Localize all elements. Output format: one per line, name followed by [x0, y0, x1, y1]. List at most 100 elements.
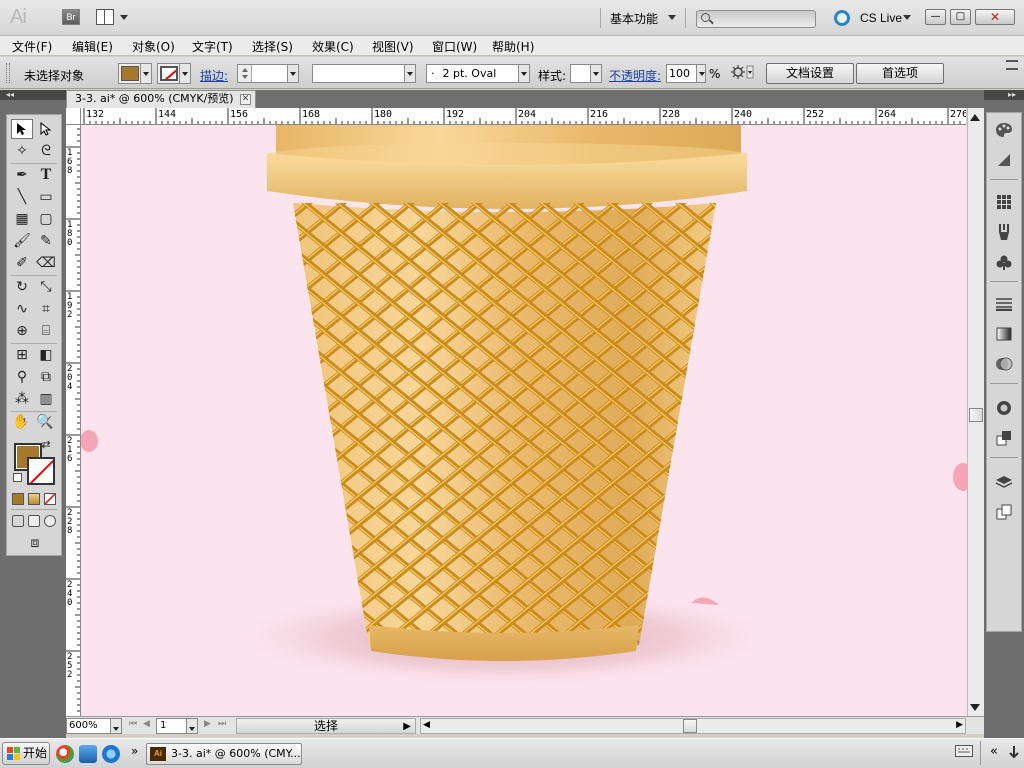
bridge-button[interactable]: Br — [62, 9, 80, 25]
scale-tool-icon[interactable]: ⤡ — [35, 277, 57, 297]
control-bar-grip[interactable] — [6, 63, 10, 83]
chevron-down-icon[interactable] — [287, 65, 298, 82]
scroll-down-icon[interactable] — [970, 704, 980, 711]
menu-effect[interactable]: 效果(C) — [312, 38, 354, 55]
start-button[interactable]: 开始 — [2, 742, 50, 765]
chevron-down-icon[interactable] — [668, 15, 676, 20]
variable-width-profile[interactable] — [312, 64, 416, 83]
type-tool-icon[interactable]: T — [35, 165, 57, 185]
right-panel-header[interactable]: ▸▸ — [984, 90, 1024, 100]
vertical-scrollbar[interactable] — [967, 108, 984, 716]
scroll-thumb[interactable] — [969, 408, 983, 422]
recolor-artwork-icon[interactable] — [730, 64, 754, 80]
ruler-origin[interactable] — [66, 108, 81, 125]
blob-brush-tool-icon[interactable]: ✐ — [11, 253, 33, 273]
lasso-tool-icon[interactable]: ᘓ — [35, 141, 57, 161]
eraser-tool-icon[interactable]: ⌫ — [35, 253, 57, 273]
screen-mode-icon[interactable]: ⧈ — [23, 533, 47, 553]
opacity-field[interactable]: 100 — [666, 64, 706, 83]
direct-selection-tool-icon[interactable] — [35, 119, 57, 139]
free-transform-tool-icon[interactable]: ⌗ — [35, 299, 57, 319]
chevron-down-icon[interactable] — [186, 719, 197, 733]
arrange-documents-button[interactable] — [96, 9, 130, 25]
horizontal-ruler[interactable]: 132 144 156 168 180 192 204 216 228 240 252 264 276 — [66, 108, 966, 125]
graphic-style-picker[interactable] — [570, 64, 602, 83]
close-icon[interactable]: ✕ — [240, 94, 251, 105]
collapse-arrows-icon[interactable]: ◂◂ — [6, 90, 14, 100]
show-desktop-icon[interactable] — [79, 745, 97, 763]
chevron-down-icon[interactable] — [518, 65, 529, 82]
preferences-button[interactable]: 首选项 — [856, 63, 944, 84]
scroll-right-icon[interactable]: ▶ — [956, 720, 963, 730]
horizontal-scrollbar[interactable]: ◀ ▶ — [420, 718, 966, 734]
transparency-panel-icon[interactable] — [993, 353, 1015, 375]
stroke-color-picker[interactable] — [157, 63, 191, 84]
next-artboard-icon[interactable]: ▶ — [204, 719, 211, 729]
panel-menu-icon[interactable] — [1006, 60, 1018, 70]
gradient-mode-icon[interactable] — [28, 493, 40, 505]
quicklaunch-more-icon[interactable]: » — [131, 744, 138, 758]
selection-tool-icon[interactable] — [11, 119, 33, 139]
status-menu[interactable]: 选择 ▶ — [236, 718, 416, 734]
color-guide-icon[interactable] — [993, 149, 1015, 171]
chevron-right-icon[interactable] — [696, 65, 705, 82]
pencil-tool-icon[interactable]: ✎ — [35, 231, 57, 251]
menu-type[interactable]: 文字(T) — [192, 38, 233, 55]
rotate-tool-icon[interactable]: ↻ — [11, 277, 33, 297]
menu-edit[interactable]: 编辑(E) — [72, 38, 113, 55]
last-artboard-icon[interactable]: ⏭ — [218, 719, 226, 729]
media-player-icon[interactable] — [56, 745, 74, 763]
artboards-panel-icon[interactable] — [993, 501, 1015, 523]
gradient-panel-icon[interactable] — [993, 323, 1015, 345]
symbol-sprayer-tool-icon[interactable]: ⁂ — [11, 389, 33, 409]
eyedropper-tool-icon[interactable]: ⚲ — [11, 367, 33, 387]
color-mode-icon[interactable] — [12, 493, 24, 505]
color-panel-icon[interactable] — [993, 119, 1015, 141]
menu-window[interactable]: 窗口(W) — [432, 38, 477, 55]
line-segment-tool-icon[interactable]: ╲ — [11, 187, 33, 207]
blend-tool-icon[interactable]: ⧉ — [35, 367, 57, 387]
cs-live-menu[interactable]: CS Live — [860, 11, 902, 25]
brushes-panel-icon[interactable] — [993, 221, 1015, 243]
scroll-left-icon[interactable]: ◀ — [423, 720, 430, 730]
paintbrush-tool-icon[interactable]: 🖌 — [11, 231, 33, 251]
keyboard-tray-icon[interactable] — [955, 745, 973, 760]
vertical-ruler[interactable]: 168 180 192 204 216 228 240 252 — [66, 125, 81, 716]
tools-panel-header[interactable]: ◂◂ — [0, 90, 66, 100]
chevron-down-icon[interactable] — [590, 65, 601, 82]
cs-live-icon[interactable] — [834, 10, 850, 26]
draw-normal-icon[interactable] — [12, 515, 24, 527]
layers-panel-icon[interactable] — [993, 471, 1015, 493]
taskbar-item-illustrator[interactable]: Ai 3-3. ai* @ 600% (CMY... — [146, 743, 302, 765]
column-graph-tool-icon[interactable]: ▥ — [35, 389, 57, 409]
graphic-styles-panel-icon[interactable] — [993, 427, 1015, 449]
stroke-weight-field[interactable] — [237, 64, 299, 83]
ellipse-tool-icon[interactable]: ▢ — [35, 209, 57, 229]
stroke-panel-icon[interactable] — [993, 293, 1015, 315]
expand-tray-icon[interactable]: « — [990, 744, 998, 759]
chevron-down-icon[interactable] — [404, 65, 415, 82]
menu-file[interactable]: 文件(F) — [12, 38, 52, 55]
fill-color-picker[interactable] — [118, 63, 152, 84]
opacity-panel-link[interactable]: 不透明度: — [609, 67, 661, 84]
swap-fill-stroke-icon[interactable]: ⇄ — [39, 437, 53, 451]
rectangle-tool-icon[interactable]: ▭ — [35, 187, 57, 207]
none-mode-icon[interactable] — [44, 493, 56, 505]
draw-behind-icon[interactable] — [28, 515, 40, 527]
magic-wand-tool-icon[interactable]: ✧ — [11, 141, 33, 161]
menu-help[interactable]: 帮助(H) — [492, 38, 534, 55]
scroll-up-icon[interactable] — [970, 114, 980, 121]
close-button[interactable]: ✕ — [975, 9, 1015, 25]
minimize-button[interactable]: — — [925, 9, 946, 25]
chevron-down-icon[interactable] — [110, 719, 121, 733]
document-setup-button[interactable]: 文档设置 — [766, 63, 854, 84]
hand-tool-icon[interactable]: ✋ — [10, 412, 32, 432]
zoom-tool-icon[interactable]: 🔍 — [34, 412, 56, 432]
first-artboard-icon[interactable]: ⏮ — [129, 719, 137, 729]
perspective-grid-tool-icon[interactable]: ⌸ — [35, 321, 57, 341]
previous-artboard-icon[interactable]: ◀ — [143, 719, 150, 729]
help-search-input[interactable] — [696, 10, 816, 28]
collapse-arrows-icon[interactable]: ▸▸ — [1008, 90, 1016, 100]
draw-inside-icon[interactable] — [44, 515, 56, 527]
pen-tool-icon[interactable]: ✒ — [11, 165, 33, 185]
